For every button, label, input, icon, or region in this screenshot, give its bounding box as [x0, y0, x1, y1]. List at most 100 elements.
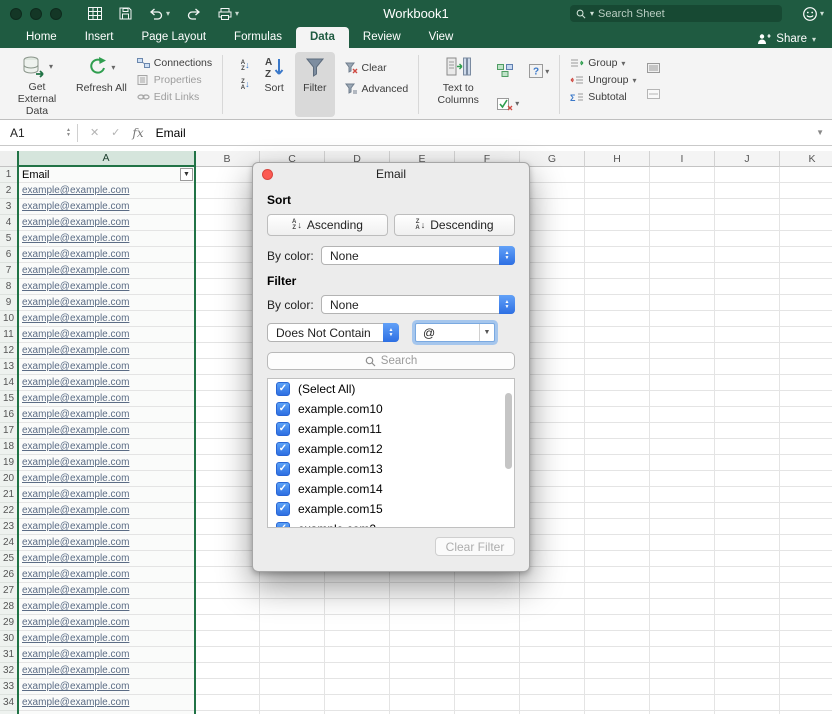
filter-button[interactable]: Filter: [295, 52, 335, 117]
filter-list-item[interactable]: ✓ example.com10: [268, 399, 514, 419]
formula-content[interactable]: Email: [156, 126, 186, 140]
row-header-19[interactable]: 19: [0, 455, 18, 471]
filter-list-item[interactable]: ✓ example.com2: [268, 519, 514, 527]
cell-J6[interactable]: [715, 247, 780, 263]
cell-K29[interactable]: [780, 615, 832, 631]
cell-J13[interactable]: [715, 359, 780, 375]
cell-F28[interactable]: [455, 599, 520, 615]
cell-I33[interactable]: [650, 679, 715, 695]
cell-A5[interactable]: example@example.com: [18, 231, 195, 247]
checkbox-checked-icon[interactable]: ✓: [276, 422, 290, 436]
cell-F32[interactable]: [455, 663, 520, 679]
data-validation-button[interactable]: ▾: [497, 97, 519, 111]
cell-K14[interactable]: [780, 375, 832, 391]
cell-G34[interactable]: [520, 695, 585, 711]
row-header-16[interactable]: 16: [0, 407, 18, 423]
cell-B34[interactable]: [195, 695, 260, 711]
cell-I14[interactable]: [650, 375, 715, 391]
tab-view[interactable]: View: [415, 27, 468, 48]
cell-J4[interactable]: [715, 215, 780, 231]
row-header-11[interactable]: 11: [0, 327, 18, 343]
cell-D29[interactable]: [325, 615, 390, 631]
cell-H32[interactable]: [585, 663, 650, 679]
search-scope-caret-icon[interactable]: ▾: [590, 9, 594, 18]
column-header-H[interactable]: H: [585, 151, 650, 167]
cell-K11[interactable]: [780, 327, 832, 343]
cell-B19[interactable]: [195, 455, 260, 471]
email-link[interactable]: example@example.com: [22, 697, 129, 708]
cell-A7[interactable]: example@example.com: [18, 263, 195, 279]
cell-K26[interactable]: [780, 567, 832, 583]
row-header-7[interactable]: 7: [0, 263, 18, 279]
cell-J5[interactable]: [715, 231, 780, 247]
cell-G32[interactable]: [520, 663, 585, 679]
column-header-B[interactable]: B: [195, 151, 260, 167]
checkbox-checked-icon[interactable]: ✓: [276, 482, 290, 496]
cell-F33[interactable]: [455, 679, 520, 695]
cell-K23[interactable]: [780, 519, 832, 535]
cell-I26[interactable]: [650, 567, 715, 583]
row-header-29[interactable]: 29: [0, 615, 18, 631]
cell-I30[interactable]: [650, 631, 715, 647]
filter-value-combo[interactable]: @ ▼: [415, 323, 495, 342]
cell-K8[interactable]: [780, 279, 832, 295]
cell-I20[interactable]: [650, 471, 715, 487]
column-header-I[interactable]: I: [650, 151, 715, 167]
cell-B16[interactable]: [195, 407, 260, 423]
cell-H5[interactable]: [585, 231, 650, 247]
cell-H24[interactable]: [585, 535, 650, 551]
email-link[interactable]: example@example.com: [22, 297, 129, 308]
checkbox-checked-icon[interactable]: ✓: [276, 382, 290, 396]
cell-B9[interactable]: [195, 295, 260, 311]
cell-A23[interactable]: example@example.com: [18, 519, 195, 535]
cell-A15[interactable]: example@example.com: [18, 391, 195, 407]
cell-J29[interactable]: [715, 615, 780, 631]
formula-bar-expand-icon[interactable]: ▼: [816, 128, 824, 137]
print-icon[interactable]: ▾: [218, 7, 239, 20]
email-link[interactable]: example@example.com: [22, 569, 129, 580]
cell-E33[interactable]: [390, 679, 455, 695]
cell-D31[interactable]: [325, 647, 390, 663]
cell-K20[interactable]: [780, 471, 832, 487]
row-header-6[interactable]: 6: [0, 247, 18, 263]
cell-J22[interactable]: [715, 503, 780, 519]
cell-A19[interactable]: example@example.com: [18, 455, 195, 471]
cell-B3[interactable]: [195, 199, 260, 215]
cell-H4[interactable]: [585, 215, 650, 231]
row-header-17[interactable]: 17: [0, 423, 18, 439]
cell-C29[interactable]: [260, 615, 325, 631]
share-button[interactable]: Share ▾: [757, 33, 832, 48]
cell-K13[interactable]: [780, 359, 832, 375]
cell-I11[interactable]: [650, 327, 715, 343]
show-detail-icon[interactable]: [646, 60, 660, 78]
email-link[interactable]: example@example.com: [22, 425, 129, 436]
cell-A8[interactable]: example@example.com: [18, 279, 195, 295]
cell-J12[interactable]: [715, 343, 780, 359]
email-link[interactable]: example@example.com: [22, 409, 129, 420]
column-header-G[interactable]: G: [520, 151, 585, 167]
cell-D27[interactable]: [325, 583, 390, 599]
cell-A28[interactable]: example@example.com: [18, 599, 195, 615]
undo-caret-icon[interactable]: ▾: [166, 9, 170, 18]
cell-G28[interactable]: [520, 599, 585, 615]
row-header-22[interactable]: 22: [0, 503, 18, 519]
cell-J17[interactable]: [715, 423, 780, 439]
cell-D30[interactable]: [325, 631, 390, 647]
cell-J33[interactable]: [715, 679, 780, 695]
cell-K21[interactable]: [780, 487, 832, 503]
row-header-2[interactable]: 2: [0, 183, 18, 199]
cell-I10[interactable]: [650, 311, 715, 327]
cell-G26[interactable]: [520, 567, 585, 583]
cell-C33[interactable]: [260, 679, 325, 695]
email-link[interactable]: example@example.com: [22, 505, 129, 516]
cell-I3[interactable]: [650, 199, 715, 215]
cell-B21[interactable]: [195, 487, 260, 503]
row-header-25[interactable]: 25: [0, 551, 18, 567]
cell-J21[interactable]: [715, 487, 780, 503]
cell-I31[interactable]: [650, 647, 715, 663]
cell-A27[interactable]: example@example.com: [18, 583, 195, 599]
cell-K1[interactable]: [780, 167, 832, 183]
cell-B8[interactable]: [195, 279, 260, 295]
cell-G29[interactable]: [520, 615, 585, 631]
row-header-31[interactable]: 31: [0, 647, 18, 663]
